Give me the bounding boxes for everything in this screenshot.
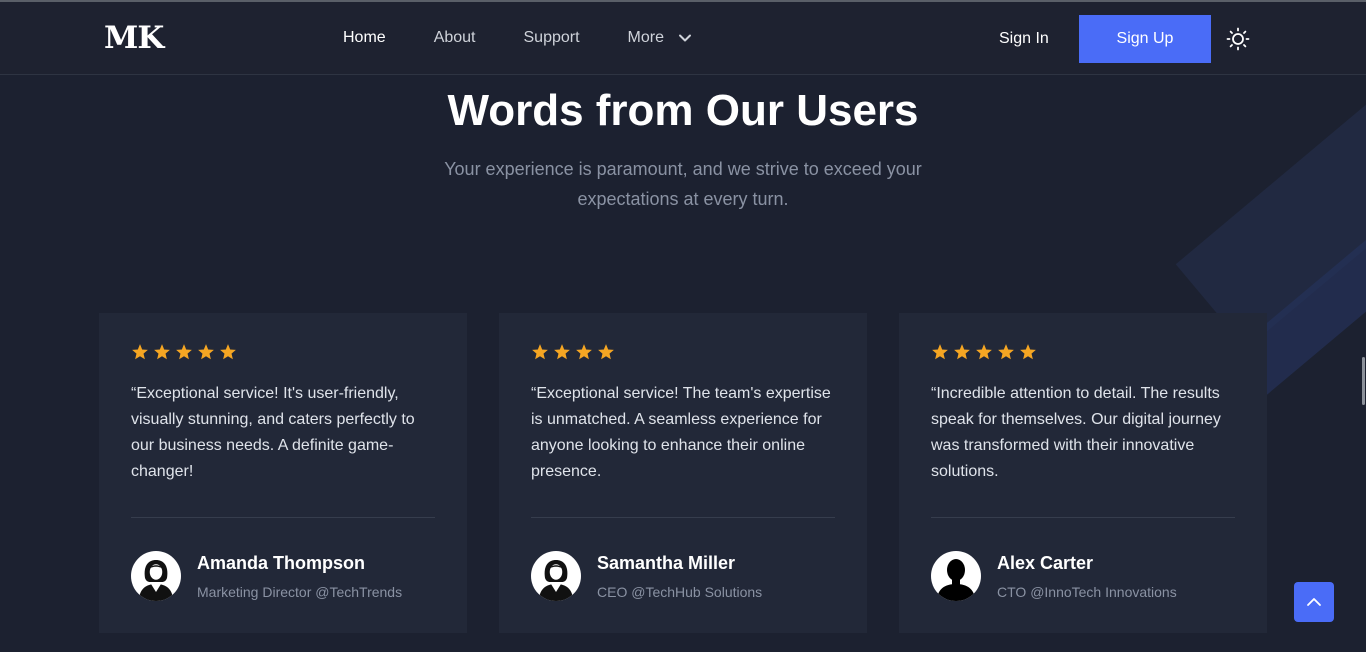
chevron-down-icon — [679, 34, 691, 42]
male-avatar-icon — [931, 551, 981, 601]
star-icon — [220, 344, 236, 360]
person-name: Alex Carter — [997, 553, 1094, 573]
scroll-to-top-button[interactable] — [1294, 582, 1334, 622]
star-icon — [132, 344, 148, 360]
section-title: Words from Our Users — [447, 86, 919, 135]
nav-more-label: More — [627, 29, 664, 46]
testimonial-card: “Incredible attention to detail. The res… — [899, 313, 1267, 633]
divider — [531, 517, 835, 518]
star-rating — [931, 343, 1041, 361]
person-name: Amanda Thompson — [197, 553, 366, 573]
star-icon — [998, 344, 1014, 360]
logo[interactable]: MK — [104, 20, 164, 56]
arrow-up-icon — [1307, 598, 1321, 606]
star-icon — [954, 344, 970, 360]
nav-more-dropdown[interactable]: More — [628, 29, 692, 47]
star-rating — [131, 343, 241, 361]
star-rating — [531, 343, 619, 361]
star-icon — [198, 344, 214, 360]
star-icon — [154, 344, 170, 360]
nav-about[interactable]: About — [434, 29, 476, 47]
nav-support[interactable]: Support — [524, 29, 580, 47]
person-role: CEO @TechHub Solutions — [597, 584, 763, 600]
testimonial-quote: “Exceptional service! The team's experti… — [531, 385, 831, 480]
star-icon — [1020, 344, 1036, 360]
nav-home[interactable]: Home — [343, 29, 386, 47]
star-icon — [576, 344, 592, 360]
star-icon — [532, 344, 548, 360]
person-role: Marketing Director @TechTrends — [197, 584, 403, 600]
testimonial-card: “Exceptional service! The team's experti… — [499, 313, 867, 633]
sun-icon[interactable] — [1226, 27, 1250, 51]
main-nav: Home About Support More — [343, 29, 740, 47]
star-icon — [932, 344, 948, 360]
person-name: Samantha Miller — [597, 553, 736, 573]
star-icon — [176, 344, 192, 360]
female-avatar-icon — [531, 551, 581, 601]
scrollbar-thumb[interactable] — [1362, 357, 1365, 405]
sign-up-button[interactable]: Sign Up — [1079, 15, 1211, 63]
site-header: MK Home About Support More Sign In Sign … — [0, 2, 1366, 75]
star-icon — [554, 344, 570, 360]
testimonial-quote: “Exceptional service! It's user-friendly… — [131, 385, 415, 480]
star-icon — [976, 344, 992, 360]
testimonial-quote: “Incredible attention to detail. The res… — [931, 385, 1221, 480]
person-role: CTO @InnoTech Innovations — [997, 584, 1177, 600]
female-avatar-icon — [131, 551, 181, 601]
divider — [131, 517, 435, 518]
star-icon — [598, 344, 614, 360]
divider — [931, 517, 1235, 518]
testimonial-card: “Exceptional service! It's user-friendly… — [99, 313, 467, 633]
section-subtitle: Your experience is paramount, and we str… — [444, 159, 922, 209]
sign-in-link[interactable]: Sign In — [999, 30, 1049, 48]
